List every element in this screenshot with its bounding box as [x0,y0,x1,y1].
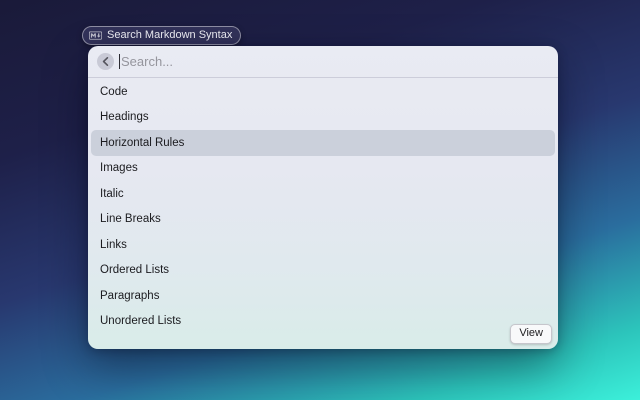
list-item-label: Line Breaks [100,213,161,225]
list-item[interactable]: Italic [91,181,555,207]
list-item-label: Unordered Lists [100,315,181,327]
search-palette-window: Code Headings Horizontal Rules Images Italic… [88,46,558,349]
list-item[interactable]: Links [91,232,555,258]
list-item[interactable]: Line Breaks [91,207,555,233]
list-item[interactable]: Images [91,156,555,182]
markdown-icon [89,31,102,40]
list-item[interactable]: Unordered Lists [91,309,555,335]
list-item-label: Horizontal Rules [100,137,184,149]
list-item-label: Links [100,239,127,251]
list-item-label: Code [100,86,128,98]
list-item-label: Ordered Lists [100,264,169,276]
list-item-label: Headings [100,111,149,123]
list-item[interactable]: Paragraphs [91,283,555,309]
command-tooltip-label: Search Markdown Syntax [107,30,232,41]
command-tooltip: Search Markdown Syntax [82,26,241,45]
back-button[interactable] [97,53,114,70]
list-item[interactable]: Code [91,79,555,105]
list-item-label: Images [100,162,138,174]
chevron-left-icon [102,57,109,66]
view-button[interactable]: View [510,324,552,344]
list-item[interactable]: Headings [91,105,555,131]
list-item-label: Paragraphs [100,290,159,302]
search-input[interactable] [120,54,550,69]
search-field-wrap [119,54,550,69]
search-header [88,46,558,77]
list-item[interactable]: Horizontal Rules [91,130,555,156]
list-item[interactable]: Ordered Lists [91,258,555,284]
list-item-label: Italic [100,188,124,200]
syntax-list: Code Headings Horizontal Rules Images Italic… [88,78,558,334]
